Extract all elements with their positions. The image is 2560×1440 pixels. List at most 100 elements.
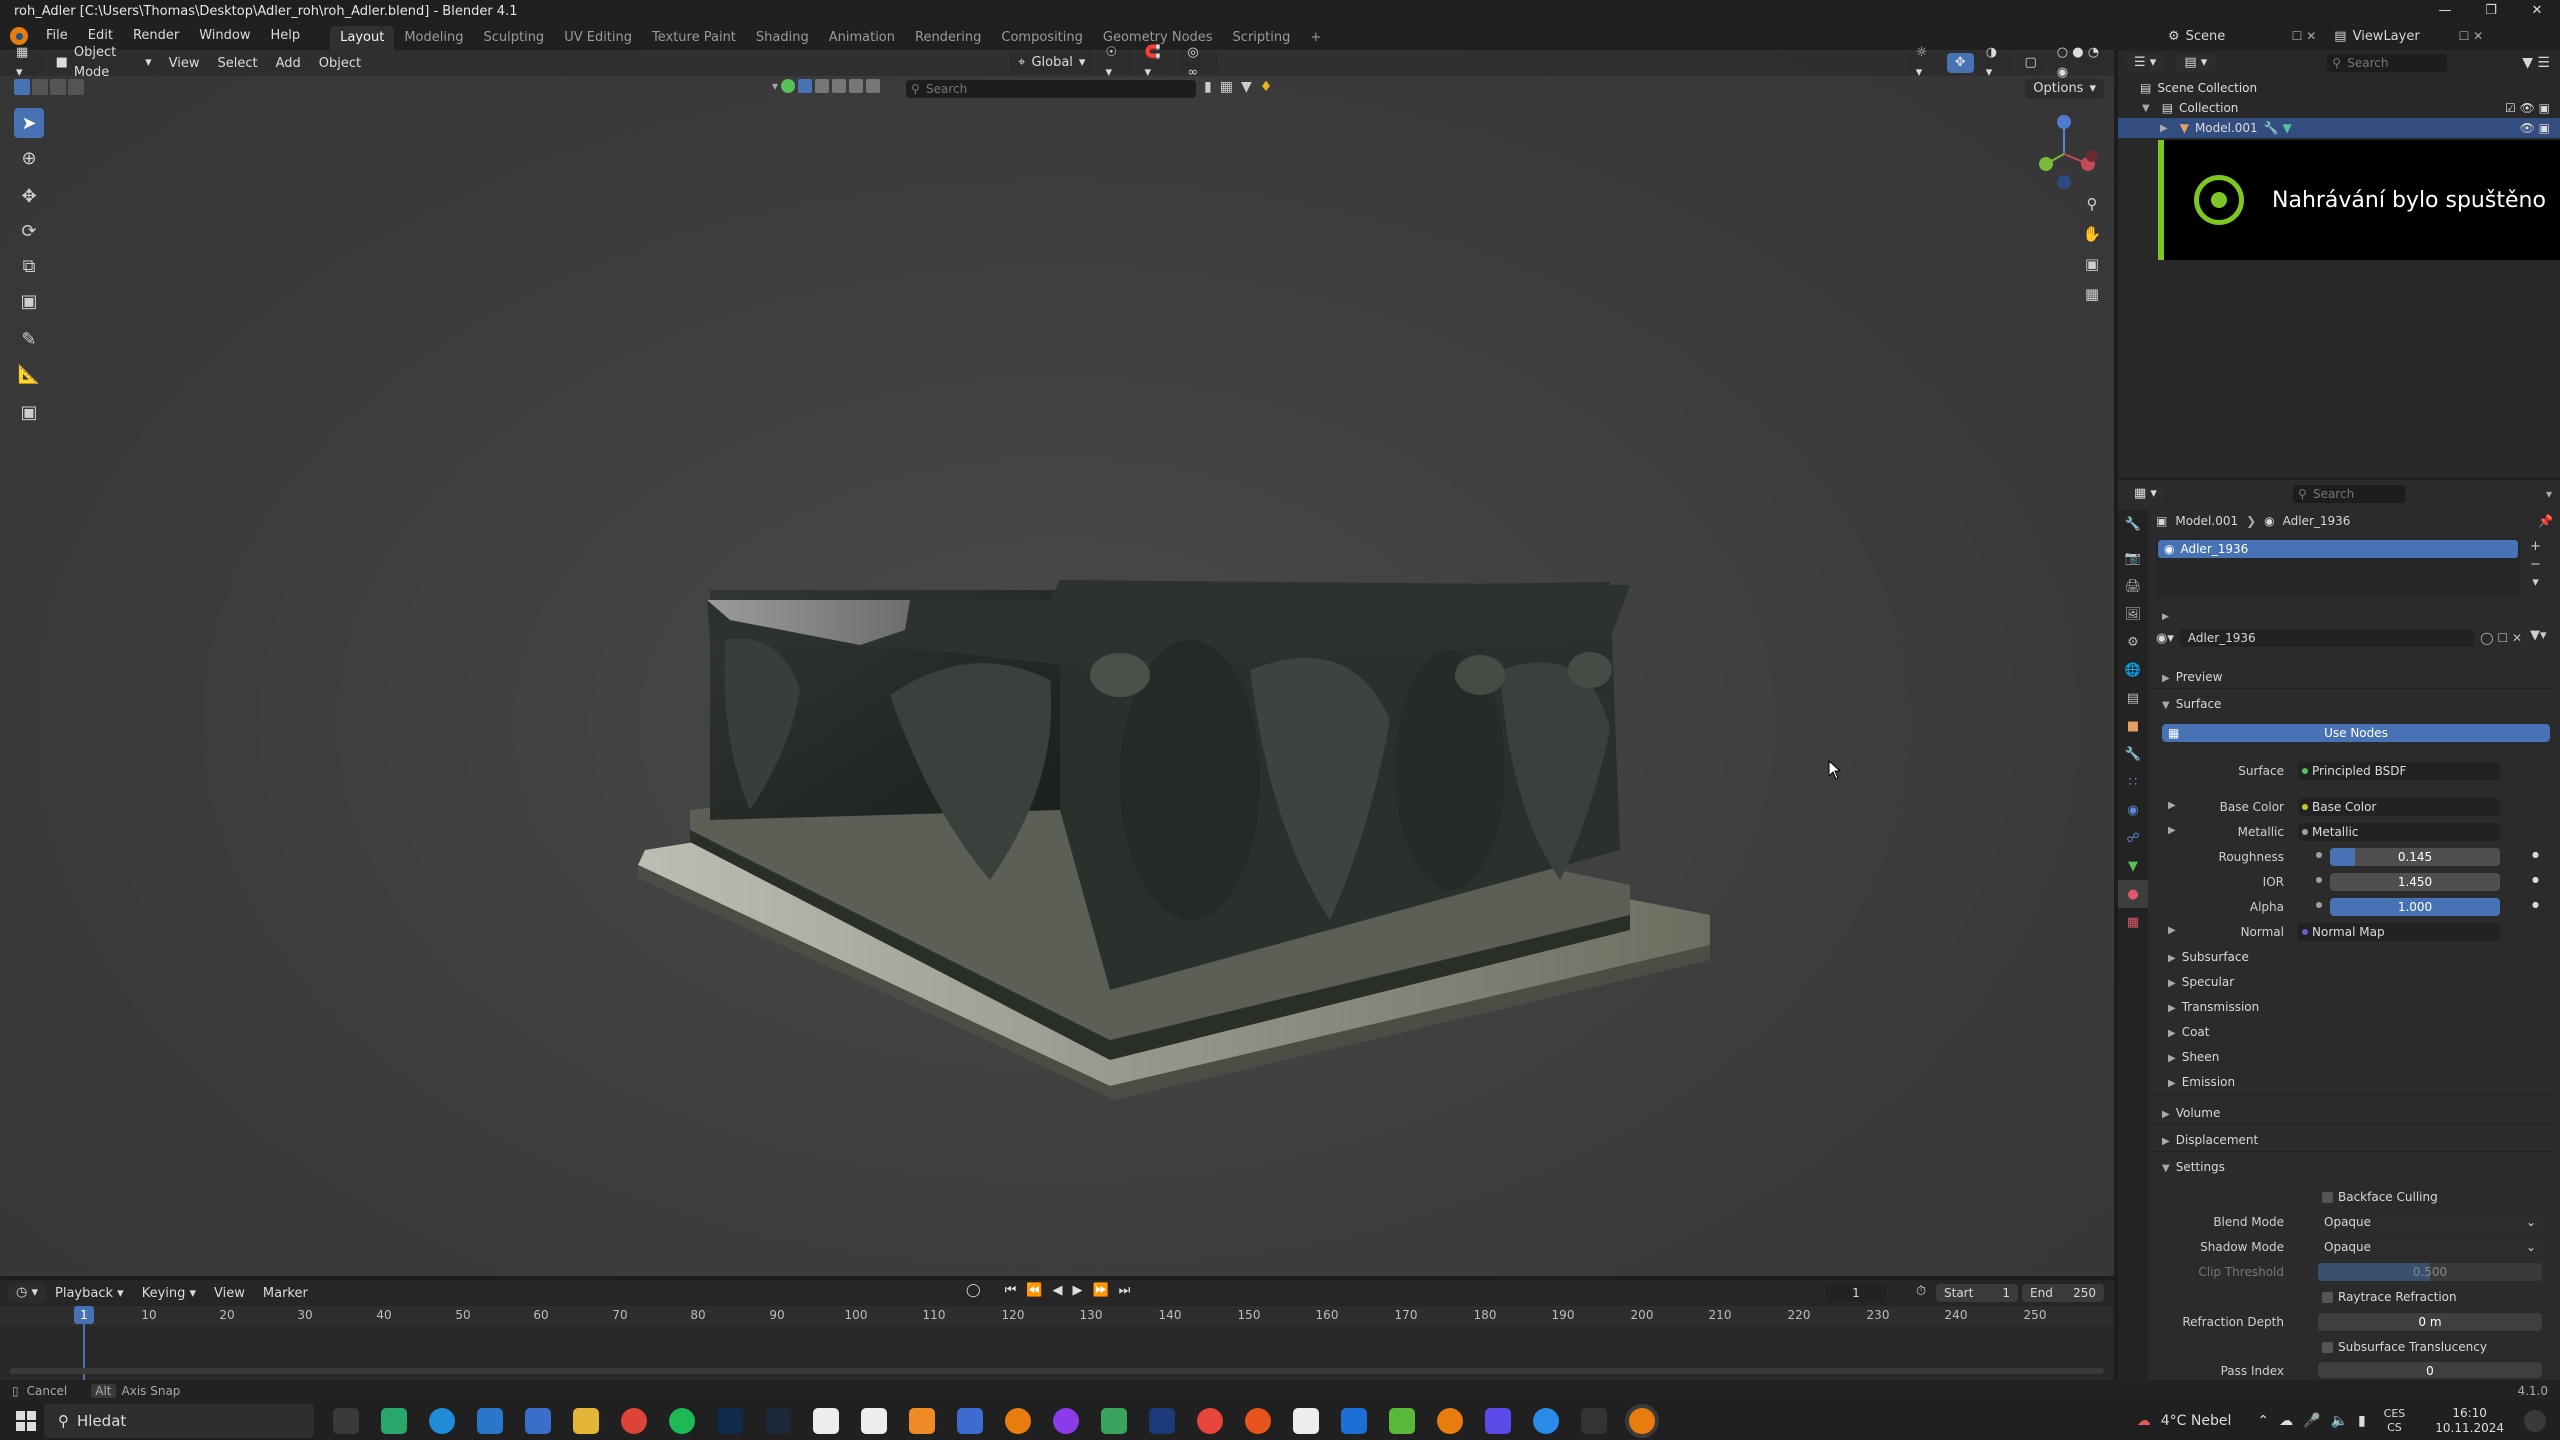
material-name-field[interactable]: Adler_1936 [2179,629,2475,647]
play-reverse-icon[interactable]: ◀ [1052,1283,1062,1298]
language-indicator[interactable]: CES CS [2384,1407,2406,1435]
epic-games-icon[interactable] [1581,1408,1607,1434]
camera-icon[interactable]: ▣ [2080,252,2104,276]
shadow-mode-dropdown[interactable]: Opaque ⌄ [2318,1238,2542,1256]
xray-toggle-icon[interactable]: ▢ [2016,53,2045,73]
surface-shader-field[interactable]: Principled BSDF [2298,762,2500,780]
zoom-icon[interactable]: ⚲ [2080,192,2104,216]
texture-tab-icon[interactable]: ▦ [2118,908,2148,936]
subpanel-coat[interactable]: ▶ Coat [2168,1025,2209,1039]
menu-object[interactable]: Object [310,56,370,71]
overlay-toggle-icon[interactable]: ◑ ▾ [1977,45,2013,80]
bell-icon[interactable]: ♦ [1260,79,1273,95]
ior-field[interactable]: 1.450 [2330,873,2500,891]
tab-sculpting[interactable]: Sculpting [473,26,554,50]
panel-volume[interactable]: ▶ Volume [2162,1106,2220,1120]
tab-compositing[interactable]: Compositing [991,26,1093,50]
timeline-editor-type-icon[interactable]: ◷ ▾ [8,1283,47,1303]
properties-options-icon[interactable]: ▾ [2546,487,2552,501]
app-icon-6[interactable] [1197,1408,1223,1434]
subpanel-specular[interactable]: ▶ Specular [2168,975,2234,989]
prev-keyframe-icon[interactable]: ⏪ [1026,1283,1042,1298]
tab-shading[interactable]: Shading [746,26,819,50]
edge-icon[interactable] [429,1408,455,1434]
collection-row[interactable]: ▼ ▤ Collection ☑ 👁 ▣ [2118,98,2560,118]
windows-start-icon[interactable] [16,1411,36,1431]
annotate-tool-icon[interactable]: ✎ [14,324,44,354]
scene-tab-icon[interactable]: ⚙ [2118,628,2148,656]
render-tab-icon[interactable]: 📷 [2118,544,2148,572]
view-layer-tab-icon[interactable]: 🖼 [2118,600,2148,628]
cursor-tool-icon[interactable]: ⊕ [14,143,44,173]
tab-modeling[interactable]: Modeling [394,26,473,50]
world-tab-icon[interactable]: 🌐 [2118,656,2148,684]
chrome-icon[interactable] [621,1408,647,1434]
base-color-field[interactable]: Base Color [2298,798,2500,816]
material-browse-icon[interactable]: ◉▾ [2156,631,2174,646]
tab-scripting[interactable]: Scripting [1223,26,1301,50]
tab-layout[interactable]: Layout [330,26,395,50]
photoshop-icon[interactable] [717,1408,743,1434]
next-keyframe-icon[interactable]: ⏩ [1092,1283,1108,1298]
visibility-icon[interactable]: ☼ ▾ [1907,45,1943,80]
restore-icon[interactable]: ❐ [2468,0,2514,22]
refraction-depth-field[interactable]: 0 m [2318,1313,2542,1331]
clock[interactable]: 16:10 10.11.2024 [2435,1406,2504,1436]
subpanel-subsurface[interactable]: ▶ Subsurface [2168,950,2249,964]
minimize-icon[interactable]: — [2422,0,2468,22]
metallic-field[interactable]: Metallic [2298,823,2500,841]
raytrace-refraction-checkbox[interactable] [2322,1292,2333,1303]
transform-tool-icon[interactable]: ▣ [14,286,44,316]
end-frame-field[interactable]: End 250 [2022,1284,2104,1302]
subpanel-transmission[interactable]: ▶ Transmission [2168,1000,2259,1014]
output-tab-icon[interactable]: 🖨 [2118,572,2148,600]
scene-collection-row[interactable]: ▤ Scene Collection [2118,78,2560,98]
app-icon-8[interactable] [1293,1408,1319,1434]
app-icon-11[interactable] [1485,1408,1511,1434]
app-icon-5[interactable] [1149,1408,1175,1434]
pan-hand-icon[interactable]: ✋ [2080,222,2104,246]
shading-mode-icons[interactable]: ○ ● ◔ ◉ [2048,45,2114,80]
scene-icon[interactable]: ⚙ [2168,29,2180,44]
measure-tool-icon[interactable]: 📐 [14,359,44,389]
alpha-slider[interactable]: 1.000 [2330,898,2500,916]
scene-name[interactable]: Scene [2186,29,2286,44]
app-icon[interactable] [381,1408,407,1434]
subpanel-sheen[interactable]: ▶ Sheen [2168,1050,2219,1064]
panel-displacement[interactable]: ▶ Displacement [2162,1133,2258,1147]
breadcrumb-material[interactable]: Adler_1936 [2283,514,2351,528]
physics-tab-icon[interactable]: ◉ [2118,796,2148,824]
display-icon[interactable]: ▦ [1220,79,1233,95]
panel-settings[interactable]: ▼ Settings [2162,1160,2225,1174]
material-tab-icon[interactable]: ● [2118,880,2148,908]
funnel-icon[interactable]: ▼ [1241,79,1252,95]
tray-chevron-icon[interactable]: ⌃ [2257,1413,2269,1429]
normal-field[interactable]: Normal Map [2298,923,2500,941]
rotate-tool-icon[interactable]: ⟳ [14,216,44,246]
expand-chevron-icon[interactable]: ▶ [2160,123,2168,134]
stopwatch-icon[interactable]: ⏱ [1916,1284,1926,1299]
bookmark-icon[interactable]: ▮ [1204,79,1212,95]
expand-chevron-icon[interactable]: ▶ [2162,612,2169,622]
menu-playback[interactable]: Playback ▾ [46,1286,133,1301]
tab-texture-paint[interactable]: Texture Paint [642,26,746,50]
material-slot-item[interactable]: ◉ Adler_1936 [2158,540,2518,558]
mode-selector[interactable]: ■ Object Mode ▾ [47,45,160,80]
grid-icon[interactable]: ▦ [2080,282,2104,306]
keyframe-dot-icon[interactable]: ● [2532,900,2539,909]
axis-gizmo[interactable] [2030,112,2110,192]
select-mode-icons[interactable] [14,79,84,95]
vlc-icon[interactable] [909,1408,935,1434]
material-slot-list[interactable]: ◉ Adler_1936 [2156,538,2520,598]
current-frame-field[interactable]: 1 [1826,1284,1886,1302]
options-button[interactable]: Options ▾ [2025,79,2104,99]
scale-tool-icon[interactable]: ⧉ [14,251,44,281]
modifier-tab-icon[interactable]: 🔧 [2118,740,2148,768]
app-icon-4[interactable] [1101,1408,1127,1434]
menu-keying[interactable]: Keying ▾ [133,1286,205,1301]
start-frame-field[interactable]: Start 1 [1936,1284,2018,1302]
constraints-tab-icon[interactable]: ☍ [2118,824,2148,852]
battery-icon[interactable]: ▮ [2358,1413,2366,1429]
panel-preview[interactable]: ▶ Preview [2162,670,2222,684]
socket-dot[interactable] [2316,902,2322,908]
